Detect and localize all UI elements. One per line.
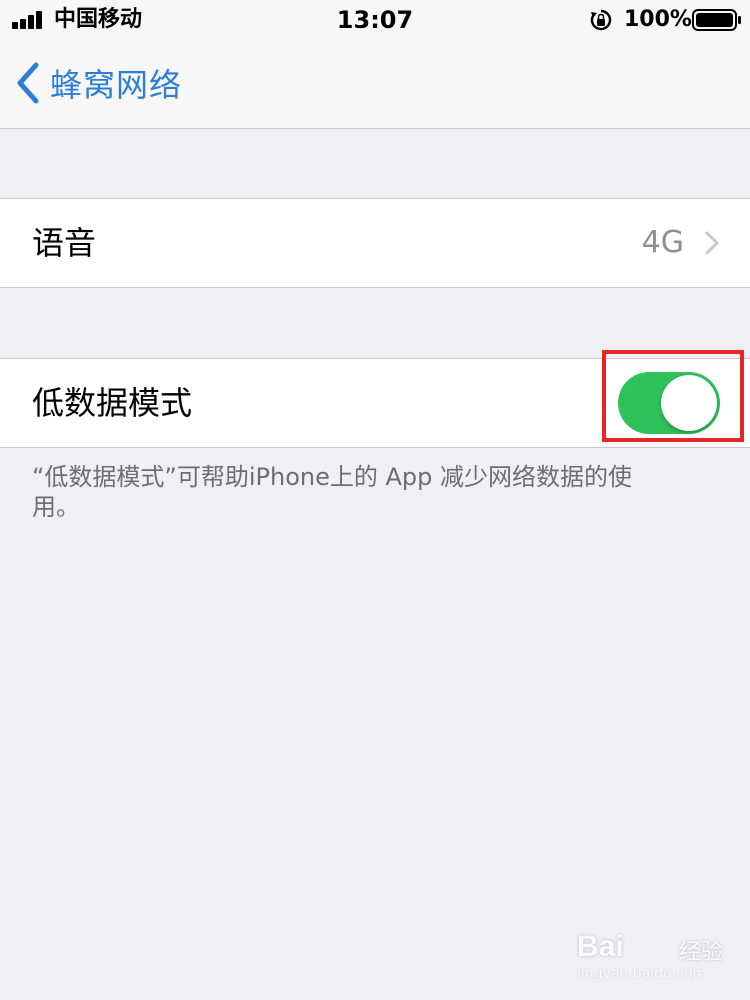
navigation-bar: 蜂窝网络 xyxy=(0,40,750,129)
toggle-knob xyxy=(661,375,717,431)
status-bar: 中国移动 13:07 100% xyxy=(0,0,750,40)
watermark-url: jingyan.baidu.com xyxy=(577,966,707,982)
chevron-left-icon xyxy=(17,62,39,104)
back-button-label: 蜂窝网络 xyxy=(50,66,183,104)
battery-icon xyxy=(692,9,741,31)
watermark-sub: 经验 xyxy=(679,940,724,965)
watermark-brand: Bai xyxy=(577,930,624,963)
chevron-right-icon xyxy=(705,231,719,255)
rotation-lock-icon xyxy=(590,9,612,31)
voice-label: 语音 xyxy=(32,224,97,262)
low-data-mode-label: 低数据模式 xyxy=(32,384,193,422)
back-button[interactable]: 蜂窝网络 xyxy=(14,58,182,108)
low-data-mode-footer: “低数据模式”可帮助iPhone上的 App 减少网络数据的使用。 xyxy=(32,463,633,521)
voice-value: 4G xyxy=(641,225,684,260)
watermark: Bai 经验 jingyan.baidu.com xyxy=(575,930,735,990)
voice-group: 语音 4G xyxy=(0,198,750,288)
battery-percentage: 100% xyxy=(624,7,692,32)
low-data-mode-toggle[interactable] xyxy=(618,372,720,434)
voice-cell[interactable]: 语音 4G xyxy=(0,199,750,287)
